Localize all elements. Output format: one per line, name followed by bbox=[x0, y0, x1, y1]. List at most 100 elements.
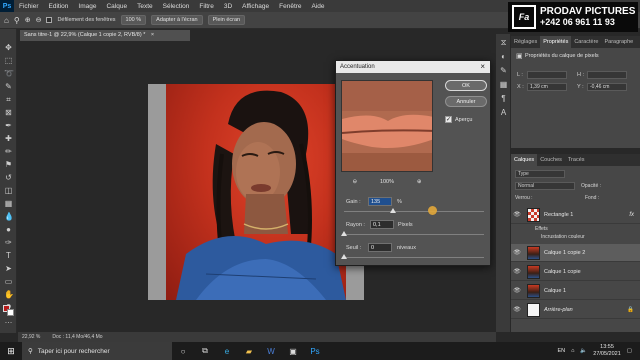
photoshop-logo[interactable]: Ps bbox=[0, 0, 14, 12]
fit-screen-button[interactable]: Adapter à l'écran bbox=[151, 15, 203, 25]
cortana-icon[interactable]: ○ bbox=[172, 347, 194, 356]
move-tool-icon[interactable]: ✥ bbox=[4, 43, 13, 52]
gain-slider-track[interactable] bbox=[344, 211, 484, 212]
layer-kind-filter[interactable]: Type bbox=[515, 170, 565, 178]
task-view-icon[interactable]: ⧉ bbox=[194, 346, 216, 356]
eyedropper-tool-icon[interactable]: ✒ bbox=[4, 121, 13, 130]
visibility-eye-icon[interactable]: 👁 bbox=[511, 268, 523, 275]
type-tool-icon[interactable]: T bbox=[4, 251, 13, 260]
language-indicator[interactable]: EN bbox=[557, 348, 565, 354]
layer-row[interactable]: 👁 Arrière-plan 🔒 bbox=[511, 301, 640, 319]
menu-image[interactable]: Image bbox=[73, 3, 101, 10]
visibility-eye-icon[interactable]: 👁 bbox=[511, 211, 523, 218]
tab-reglages[interactable]: Réglages bbox=[511, 36, 540, 48]
zoom-in-icon[interactable]: ⊕ bbox=[25, 16, 31, 24]
radius-slider-track[interactable] bbox=[344, 234, 484, 235]
dialog-title-bar[interactable]: Accentuation × bbox=[336, 61, 490, 73]
photos-icon[interactable]: ▣ bbox=[282, 347, 304, 356]
visibility-eye-icon[interactable]: 👁 bbox=[511, 249, 523, 256]
adjustments-panel-icon[interactable]: ◐ bbox=[499, 52, 508, 61]
scroll-all-checkbox[interactable] bbox=[46, 17, 53, 23]
layer-row[interactable]: 👁 Calque 1 bbox=[511, 282, 640, 300]
ok-button[interactable]: OK bbox=[445, 80, 487, 91]
document-tab-close-icon[interactable]: × bbox=[151, 32, 154, 38]
status-zoom[interactable]: 22,92 % bbox=[22, 334, 40, 340]
home-icon[interactable]: ⌂ bbox=[4, 16, 9, 25]
blend-mode-select[interactable]: Normal bbox=[515, 182, 575, 190]
menu-selection[interactable]: Sélection bbox=[158, 3, 195, 10]
radius-slider-knob[interactable] bbox=[341, 231, 347, 236]
menu-texte[interactable]: Texte bbox=[132, 3, 158, 10]
cancel-button[interactable]: Annuler bbox=[445, 96, 487, 107]
frame-tool-icon[interactable]: ⊠ bbox=[4, 108, 13, 117]
crop-tool-icon[interactable]: ⌗ bbox=[4, 95, 13, 104]
threshold-input[interactable]: 0 bbox=[368, 243, 392, 252]
height-field[interactable] bbox=[587, 71, 627, 79]
swatches-panel-icon[interactable]: ▦ bbox=[499, 80, 508, 89]
edge-icon[interactable]: e bbox=[216, 347, 238, 356]
hand-tool-icon[interactable]: ✋ bbox=[4, 290, 14, 299]
character-panel-icon[interactable]: A bbox=[499, 108, 508, 117]
zoom-value-field[interactable]: 100 % bbox=[120, 15, 147, 25]
menu-calque[interactable]: Calque bbox=[101, 3, 132, 10]
visibility-eye-icon[interactable]: 👁 bbox=[511, 287, 523, 294]
word-icon[interactable]: W bbox=[260, 347, 282, 356]
taskbar-search-box[interactable]: ⚲ Taper ici pour rechercher bbox=[22, 342, 172, 360]
zoom-out-icon[interactable]: ⊖ bbox=[352, 179, 357, 185]
paragraph-panel-icon[interactable]: ¶ bbox=[499, 94, 508, 103]
layer-row[interactable]: 👁 Calque 1 copie bbox=[511, 263, 640, 281]
gain-input[interactable]: 135 bbox=[368, 197, 392, 206]
tab-calques[interactable]: Calques bbox=[511, 154, 538, 166]
y-field[interactable]: -0,46 cm bbox=[587, 83, 627, 91]
network-icon[interactable]: ⌂ bbox=[571, 348, 574, 354]
preview-checkbox[interactable]: ✓ bbox=[445, 116, 452, 123]
clone-stamp-icon[interactable]: ⚑ bbox=[4, 160, 13, 169]
background-color-swatch[interactable] bbox=[7, 309, 14, 316]
layer-row-selected[interactable]: 👁 Calque 1 copie 2 bbox=[511, 244, 640, 262]
brush-settings-icon[interactable]: ✎ bbox=[499, 66, 508, 75]
more-tools-icon[interactable]: … bbox=[4, 316, 13, 325]
tab-paragraphe[interactable]: Paragraphe bbox=[601, 36, 636, 48]
zoom-tool-icon[interactable]: ⚲ bbox=[14, 16, 20, 25]
dialog-close-icon[interactable]: × bbox=[480, 62, 485, 71]
menu-3d[interactable]: 3D bbox=[219, 3, 237, 10]
quick-select-tool-icon[interactable]: ✎ bbox=[4, 82, 13, 91]
tab-proprietes[interactable]: Propriétés bbox=[540, 36, 572, 48]
width-field[interactable] bbox=[527, 71, 567, 79]
menu-filtre[interactable]: Filtre bbox=[194, 3, 218, 10]
clock[interactable]: 13:55 27/05/2021 bbox=[593, 344, 621, 358]
fill-screen-button[interactable]: Plein écran bbox=[207, 15, 246, 25]
menu-fichier[interactable]: Fichier bbox=[14, 3, 44, 10]
pen-tool-icon[interactable]: ✑ bbox=[4, 238, 13, 247]
healing-brush-icon[interactable]: ✚ bbox=[4, 134, 13, 143]
gain-slider-knob[interactable] bbox=[390, 208, 396, 213]
marquee-tool-icon[interactable]: ⬚ bbox=[4, 56, 13, 65]
preview-option[interactable]: ✓ Aperçu bbox=[445, 116, 472, 123]
menu-fenetre[interactable]: Fenêtre bbox=[274, 3, 306, 10]
windows-start-icon[interactable]: ⊞ bbox=[0, 346, 22, 357]
portrait-photo[interactable] bbox=[166, 84, 346, 300]
tab-traces[interactable]: Tracés bbox=[565, 154, 588, 166]
path-select-icon[interactable]: ➤ bbox=[4, 264, 13, 273]
history-panel-icon[interactable]: ⧖ bbox=[499, 38, 508, 47]
volume-icon[interactable]: 🔈 bbox=[580, 348, 587, 354]
blur-tool-icon[interactable]: 💧 bbox=[4, 212, 14, 221]
history-brush-icon[interactable]: ↺ bbox=[4, 173, 13, 182]
menu-edition[interactable]: Edition bbox=[44, 3, 74, 10]
x-field[interactable]: 1,39 cm bbox=[527, 83, 567, 91]
zoom-in-icon[interactable]: ⊕ bbox=[417, 179, 422, 185]
dodge-tool-icon[interactable]: ● bbox=[4, 225, 13, 234]
visibility-eye-icon[interactable]: 👁 bbox=[511, 306, 523, 313]
tab-couches[interactable]: Couches bbox=[537, 154, 565, 166]
notifications-icon[interactable]: ▢ bbox=[627, 348, 632, 354]
menu-affichage[interactable]: Affichage bbox=[237, 3, 274, 10]
eraser-tool-icon[interactable]: ◫ bbox=[4, 186, 13, 195]
zoom-out-icon[interactable]: ⊖ bbox=[36, 16, 42, 24]
brush-tool-icon[interactable]: ✏ bbox=[4, 147, 13, 156]
gradient-tool-icon[interactable]: ▦ bbox=[4, 199, 13, 208]
layer-row[interactable]: 👁 Rectangle 1 fx bbox=[511, 206, 640, 224]
threshold-slider-knob[interactable] bbox=[341, 254, 347, 259]
lasso-tool-icon[interactable]: ➰ bbox=[4, 69, 14, 78]
document-tab[interactable]: Sans titre-1 @ 22,9% (Calque 1 copie 2, … bbox=[20, 30, 190, 41]
menu-aide[interactable]: Aide bbox=[307, 3, 330, 10]
